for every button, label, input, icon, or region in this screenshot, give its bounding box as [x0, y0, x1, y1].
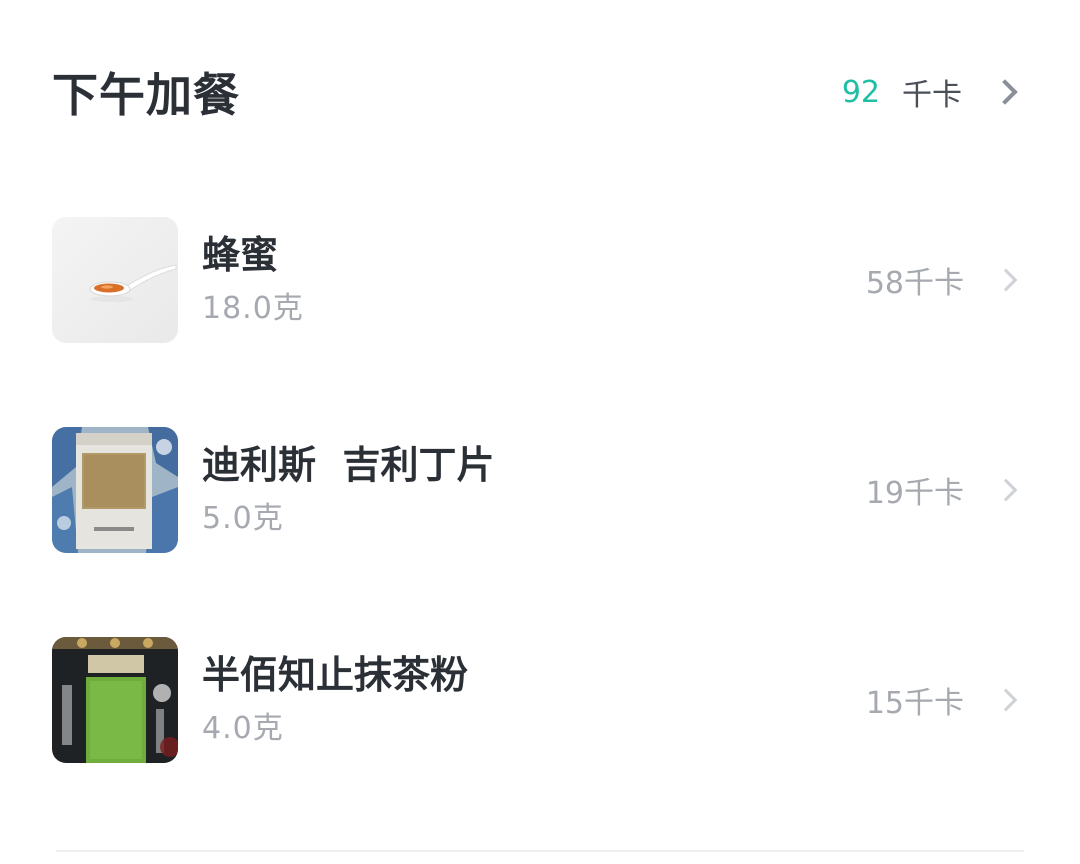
food-text: 半佰知止抹茶粉 4.0克 — [202, 637, 468, 763]
chevron-right-icon[interactable] — [992, 79, 1018, 105]
food-kcal: 19千卡 — [865, 476, 964, 511]
meal-summary[interactable]: 92 千卡 — [842, 70, 1024, 114]
chevron-right-icon[interactable] — [994, 688, 1018, 712]
chevron-right-icon[interactable] — [994, 478, 1018, 502]
food-kcal-group: 19千卡 — [866, 468, 1024, 512]
meal-detail-screen: 下午加餐 92 千卡 蜂蜜 18.0克 58千卡 迪利斯 吉利丁片 5.0克 1… — [0, 0, 1080, 864]
gelatin-thumbnail — [52, 427, 178, 553]
food-kcal-group: 15千卡 — [866, 678, 1024, 722]
food-amount: 4.0克 — [202, 711, 284, 746]
food-item[interactable]: 蜂蜜 18.0克 58千卡 — [52, 216, 1024, 344]
chevron-right-icon[interactable] — [994, 268, 1018, 292]
food-item[interactable]: 半佰知止抹茶粉 4.0克 15千卡 — [52, 636, 1024, 764]
meal-kcal-unit: 千卡 — [902, 78, 962, 113]
food-kcal: 15千卡 — [865, 686, 964, 721]
food-name: 迪利斯 吉利丁片 — [202, 443, 495, 487]
food-text: 蜂蜜 18.0克 — [202, 217, 304, 343]
meal-header[interactable]: 下午加餐 92 千卡 — [52, 52, 1024, 132]
honey-thumbnail — [52, 217, 178, 343]
meal-total-kcal: 92 — [841, 74, 880, 110]
food-amount: 5.0克 — [202, 501, 284, 536]
food-amount: 18.0克 — [202, 291, 304, 326]
food-name: 半佰知止抹茶粉 — [202, 653, 469, 697]
food-name: 蜂蜜 — [202, 233, 279, 277]
food-list: 蜂蜜 18.0克 58千卡 迪利斯 吉利丁片 5.0克 19千卡 半佰知止抹茶粉… — [52, 216, 1024, 846]
food-kcal: 58千卡 — [865, 266, 964, 301]
matcha-thumbnail — [52, 637, 178, 763]
bottom-divider — [56, 850, 1024, 852]
food-item[interactable]: 迪利斯 吉利丁片 5.0克 19千卡 — [52, 426, 1024, 554]
meal-title: 下午加餐 — [52, 68, 240, 122]
food-text: 迪利斯 吉利丁片 5.0克 — [202, 427, 494, 553]
food-kcal-group: 58千卡 — [866, 258, 1024, 302]
